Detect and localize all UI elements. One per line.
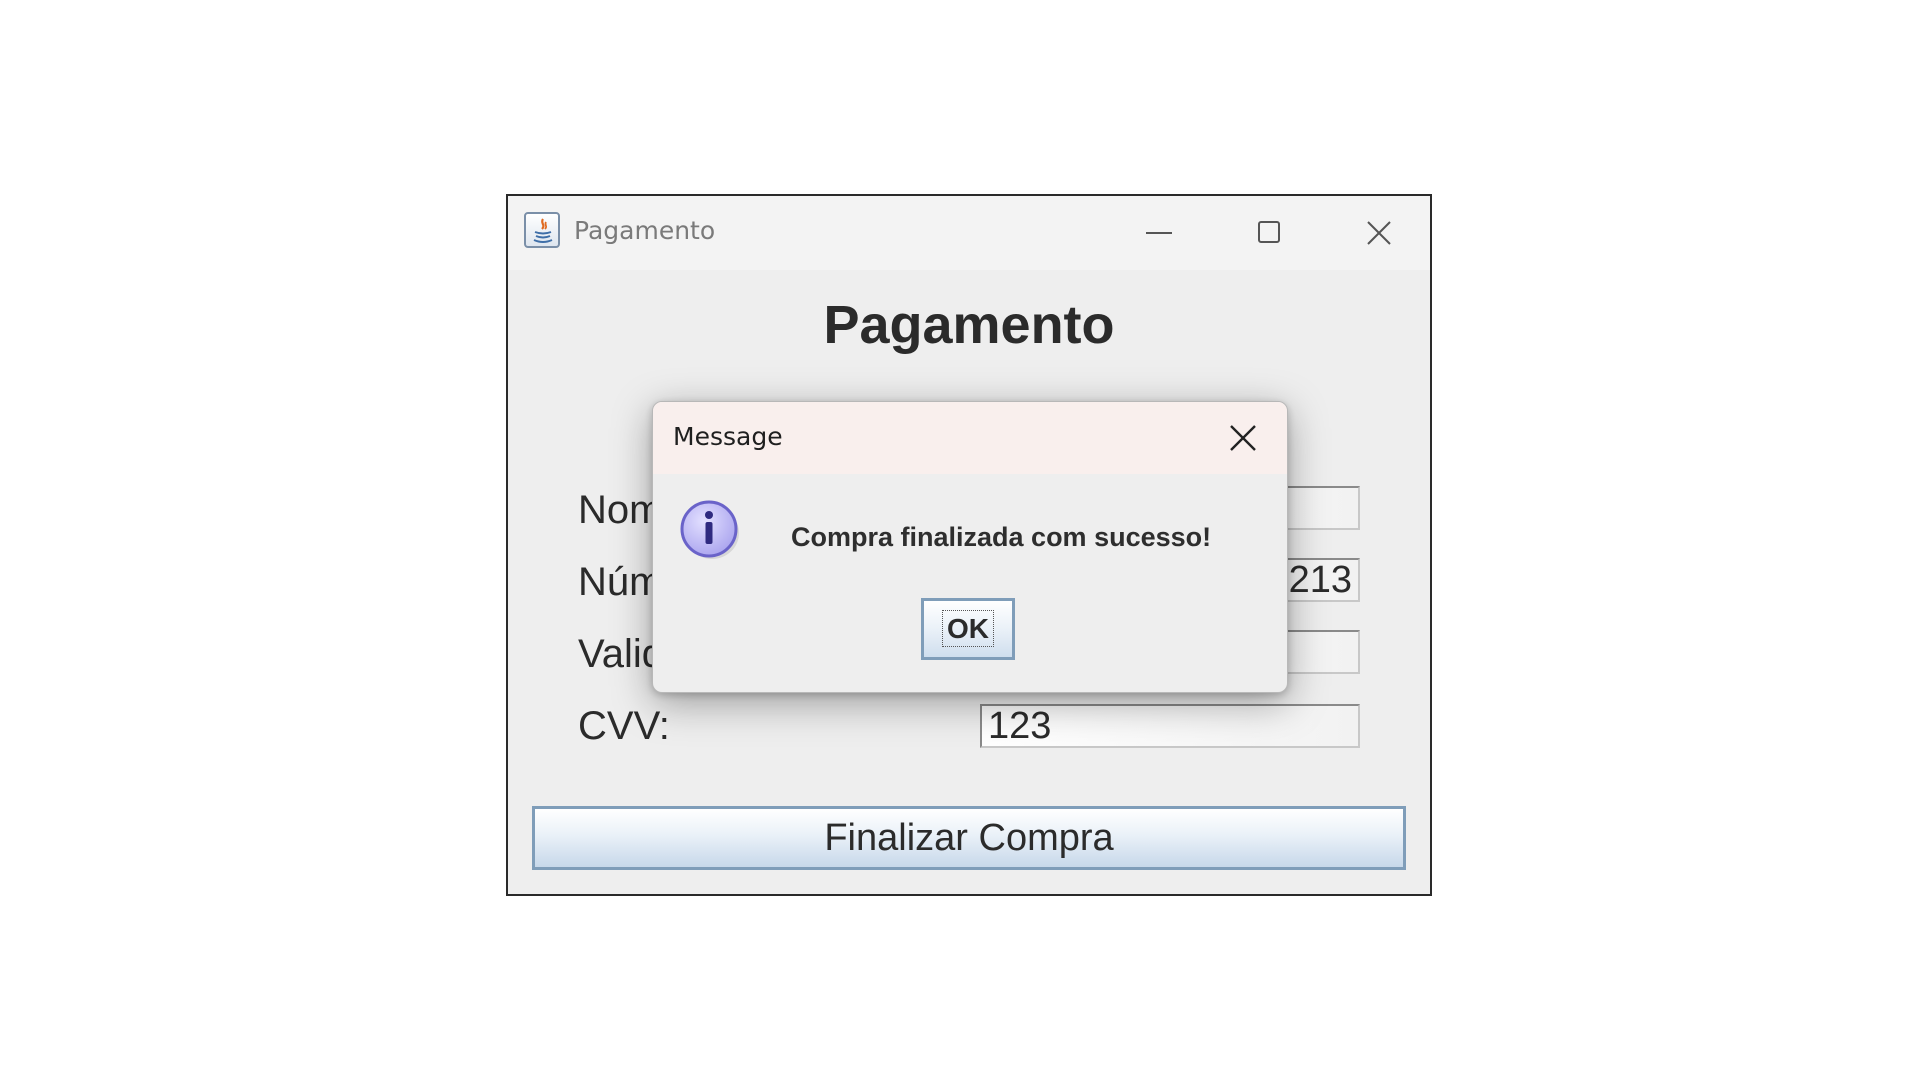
- cvv-label: CVV:: [578, 704, 670, 748]
- maximize-button[interactable]: [1238, 210, 1298, 254]
- page-heading: Pagamento: [823, 295, 1115, 355]
- finalize-purchase-button[interactable]: Finalizar Compra: [532, 806, 1406, 870]
- java-icon: [524, 212, 560, 248]
- close-icon: [1367, 221, 1391, 245]
- window-close-button[interactable]: [1348, 210, 1408, 254]
- dialog-title: Message: [673, 422, 783, 451]
- window-title: Pagamento: [574, 216, 716, 245]
- message-dialog: Message Compra finalizada com sucesso! O…: [652, 401, 1288, 693]
- cvv-input[interactable]: 123: [980, 704, 1360, 748]
- info-icon: [680, 500, 739, 559]
- close-icon: [1230, 425, 1256, 451]
- window-titlebar[interactable]: Pagamento: [508, 196, 1430, 270]
- dialog-titlebar[interactable]: Message: [653, 402, 1287, 474]
- ok-button[interactable]: OK: [921, 598, 1015, 660]
- dialog-close-button[interactable]: [1223, 418, 1263, 458]
- dialog-message: Compra finalizada com sucesso!: [791, 522, 1212, 552]
- ok-button-label: OK: [942, 610, 994, 647]
- minimize-icon: [1146, 232, 1172, 234]
- maximize-icon: [1258, 221, 1280, 243]
- minimize-button[interactable]: [1128, 210, 1188, 254]
